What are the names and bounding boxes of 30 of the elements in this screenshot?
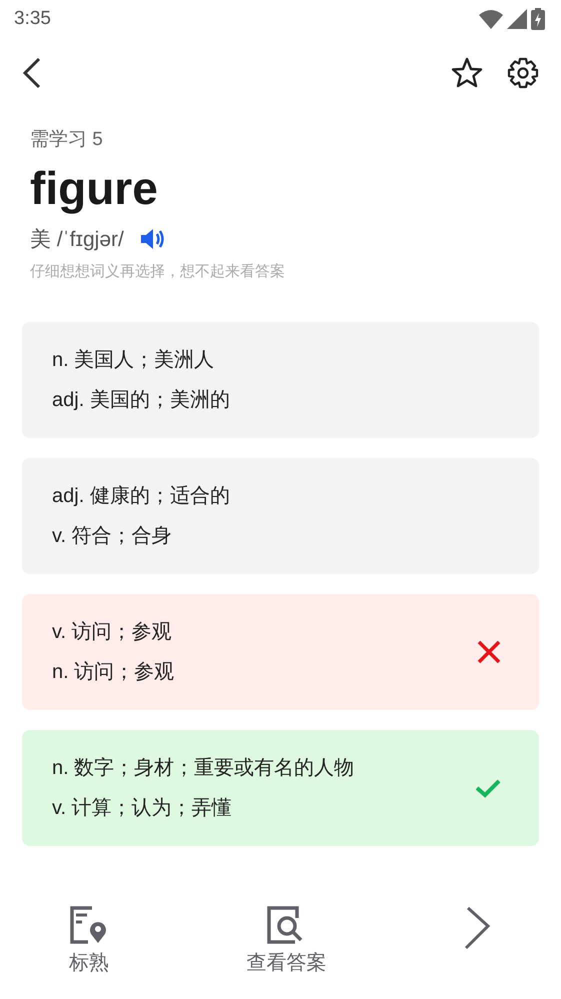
battery-icon bbox=[531, 8, 545, 30]
definition-line: adj. 健康的；适合的 bbox=[52, 484, 230, 509]
answer-option[interactable]: adj. 健康的；适合的 v. 符合；合身 bbox=[22, 458, 539, 574]
cross-icon bbox=[477, 640, 501, 664]
word-title: figure bbox=[30, 160, 159, 216]
pronunciation: 美 /ˈfɪgjər/ bbox=[30, 226, 124, 253]
mark-familiar-button[interactable]: 标熟 bbox=[62, 905, 115, 979]
answer-option[interactable]: n. 美国人；美洲人 adj. 美国的；美洲的 bbox=[22, 322, 539, 438]
definition-line: n. 访问；参观 bbox=[52, 660, 174, 685]
settings-button[interactable] bbox=[507, 57, 539, 89]
answer-option[interactable]: v. 访问；参观 n. 访问；参观 bbox=[22, 594, 539, 710]
document-pin-icon bbox=[70, 906, 108, 944]
speaker-button[interactable] bbox=[140, 227, 166, 252]
next-icon bbox=[464, 906, 492, 950]
definition-line: v. 计算；认为；弄懂 bbox=[52, 796, 233, 821]
signal-icon bbox=[507, 9, 527, 29]
definition-line: n. 美国人；美洲人 bbox=[52, 348, 216, 373]
view-answer-button[interactable]: 查看答案 bbox=[240, 905, 332, 979]
status-time: 3:35 bbox=[14, 6, 51, 31]
definition-line: adj. 美国的；美洲的 bbox=[52, 388, 230, 413]
wifi-icon bbox=[479, 9, 503, 29]
check-icon bbox=[475, 778, 501, 798]
definition-line: v. 访问；参观 bbox=[52, 620, 173, 645]
hint-text: 仔细想想词义再选择，想不起来看答案 bbox=[30, 262, 286, 282]
star-button[interactable] bbox=[451, 57, 483, 89]
definition-line: v. 符合；合身 bbox=[52, 524, 173, 549]
back-button[interactable] bbox=[22, 57, 42, 89]
definition-line: n. 数字；身材；重要或有名的人物 bbox=[52, 756, 354, 781]
answer-option[interactable]: n. 数字；身材；重要或有名的人物 v. 计算；认为；弄懂 bbox=[22, 730, 539, 846]
progress-count: 需学习 5 bbox=[30, 128, 104, 152]
